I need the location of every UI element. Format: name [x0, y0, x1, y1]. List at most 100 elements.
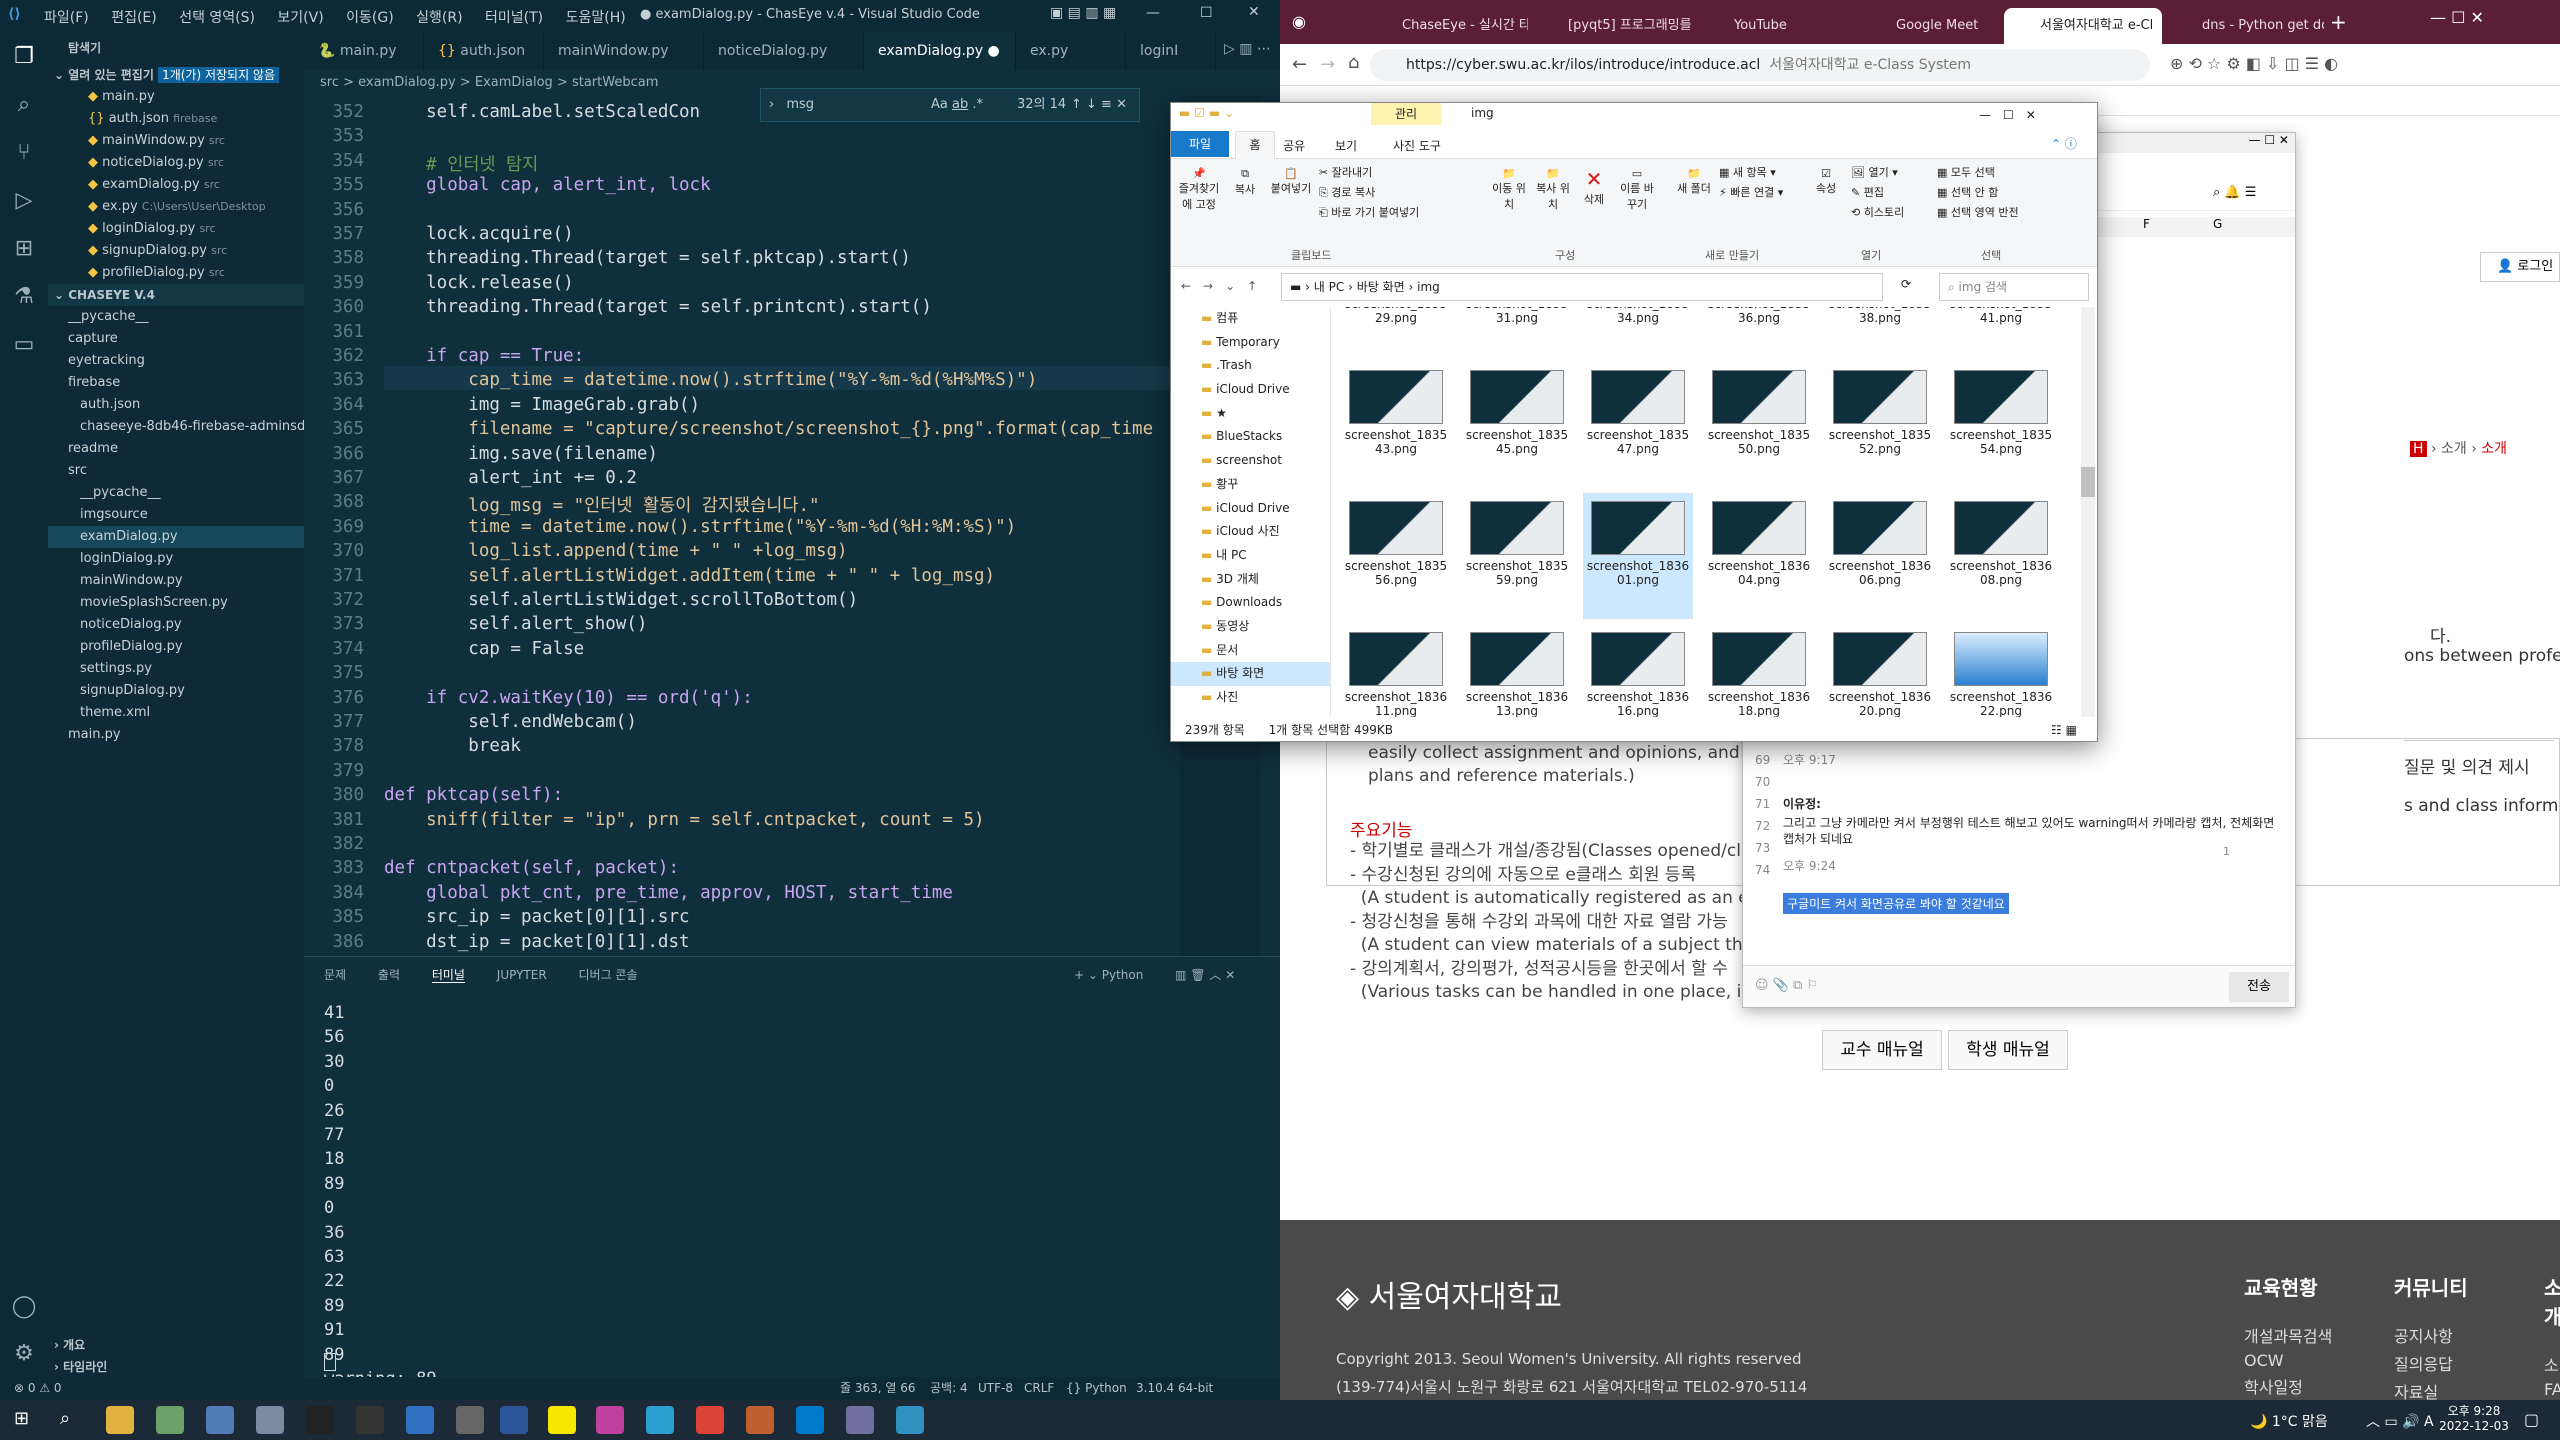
browser-tab-dns[interactable]: dns - Python get do	[2166, 8, 2324, 44]
file-item[interactable]: screenshot_1835 34.png	[1583, 307, 1693, 357]
taskbar-word-icon[interactable]	[500, 1406, 528, 1434]
nav-item[interactable]: ▬ ★	[1171, 402, 1330, 426]
run-debug-icon[interactable]: ▷	[0, 176, 48, 224]
tree-item[interactable]: signupDialog.py	[48, 680, 304, 702]
footer-link[interactable]: 학사일정	[2244, 1374, 2332, 1398]
code-line[interactable]: self.alertListWidget.addItem(time + " " …	[384, 566, 995, 586]
ribbon-tab-photo-tools[interactable]: 사진 도구	[1393, 137, 1441, 154]
taskbar-app6-icon[interactable]	[896, 1406, 924, 1434]
open-editor-item[interactable]: ◆ loginDialog.py src	[48, 218, 304, 240]
outline-section[interactable]: › 개요	[48, 1334, 85, 1356]
nav-item[interactable]: ▬ Downloads	[1171, 591, 1330, 615]
tab-main-py[interactable]: 🐍 main.py	[304, 32, 424, 70]
student-manual-button[interactable]: 학생 매뉴얼	[1948, 1030, 2068, 1070]
taskbar-app5-icon[interactable]	[846, 1406, 874, 1434]
match-case-icon[interactable]: Aa ab .*	[931, 89, 983, 121]
clock[interactable]: 오후 9:28 2022-12-03	[2434, 1402, 2514, 1433]
file-item[interactable]: screenshot_1836 01.png	[1583, 493, 1693, 619]
extension-icons[interactable]: ⊕ ⟲ ☆ ⚙ ◧ ⇩ ◫ ☰ ◐	[2170, 54, 2338, 73]
nav-item[interactable]: ▬ 사진	[1171, 686, 1330, 710]
open-editor-item[interactable]: ◆ main.py	[48, 86, 304, 108]
code-line[interactable]: lock.acquire()	[384, 224, 574, 244]
browser-tab-chaseeye[interactable]: ChaseEye - 실시간 타	[1366, 8, 1528, 44]
tray-icons[interactable]: ︿ ▭ 🔊 A	[2366, 1411, 2434, 1431]
code-line[interactable]: if cv2.waitKey(10) == ord('q'):	[384, 688, 753, 708]
code-line[interactable]: threading.Thread(target = self.pktcap).s…	[384, 248, 911, 268]
send-button[interactable]: 전송	[2229, 972, 2289, 1002]
code-line[interactable]: alert_int += 0.2	[384, 468, 637, 488]
tree-item[interactable]: imgsource	[48, 504, 304, 526]
tree-item[interactable]: __pycache__	[48, 482, 304, 504]
tab-ex-py[interactable]: ex.py	[1016, 32, 1126, 70]
nav-item[interactable]: ▬ 문서	[1171, 639, 1330, 663]
file-item[interactable]: screenshot_1836 16.png	[1583, 624, 1693, 717]
code-line[interactable]: global cap, alert_int, lock	[384, 175, 710, 195]
code-line[interactable]: sniff(filter = "ip", prn = self.cntpacke…	[384, 810, 984, 830]
copy-button[interactable]: ⧉ 복사	[1227, 167, 1263, 197]
taskbar-terminal-icon[interactable]	[306, 1406, 334, 1434]
taskbar-settings-icon[interactable]	[456, 1406, 484, 1434]
layout-toggle-icon[interactable]: ▣ ▤ ▥ ▦	[1050, 5, 1116, 21]
tree-item[interactable]: capture	[48, 328, 304, 350]
tab-auth-json[interactable]: {} auth.json	[424, 32, 544, 70]
open-editor-item[interactable]: ◆ noticeDialog.py src	[48, 152, 304, 174]
nav-item[interactable]: ▬ .Trash	[1171, 354, 1330, 378]
code-line[interactable]: self.endWebcam()	[384, 712, 637, 732]
panel-tab-terminal[interactable]: 터미널	[431, 968, 465, 983]
nav-item[interactable]: ▬ iCloud Drive	[1171, 497, 1330, 521]
menu-go[interactable]: 이동(G)	[346, 10, 394, 26]
new-terminal-icon[interactable]: + ⌄ Python ▥ 🗑 ︿ ✕	[1074, 957, 1235, 993]
properties-button[interactable]: ☑ 속성	[1811, 167, 1841, 196]
nav-item[interactable]: ▬ 3D 개체	[1171, 568, 1330, 592]
cursor-position[interactable]: 줄 363, 열 66	[840, 1377, 916, 1400]
taskbar-vscode-icon[interactable]	[796, 1406, 824, 1434]
nav-item[interactable]: ▬ 황꾸	[1171, 473, 1330, 497]
file-item[interactable]: screenshot_1836 04.png	[1704, 493, 1814, 619]
nav-item[interactable]: ▬ 동영상	[1171, 615, 1330, 639]
code-line[interactable]: log_msg = "인터넷 활동이 감지됐습니다."	[384, 492, 819, 517]
home-icon[interactable]: ⌂	[1348, 52, 1359, 73]
taskbar-file-explorer-icon[interactable]	[106, 1406, 134, 1434]
code-line[interactable]: log_list.append(time + " " +log_msg)	[384, 541, 847, 561]
find-nav-icon[interactable]: ↑ ↓ ≡ ✕	[1071, 89, 1127, 121]
tree-item[interactable]: examDialog.py	[48, 526, 304, 548]
code-editor[interactable]: 352 self.camLabel.setScaledCon 353 354 # 인…	[304, 96, 1180, 976]
manage-tab[interactable]: 관리	[1371, 103, 1441, 125]
code-line[interactable]: dst_ip = packet[0][1].dst	[384, 932, 689, 952]
footer-link[interactable]: OCW	[2244, 1351, 2332, 1370]
pin-quick-access-button[interactable]: 📌 즐겨찾기에 고정	[1177, 167, 1221, 212]
code-line[interactable]: lock.release()	[384, 273, 574, 293]
remote-explorer-icon[interactable]: ▭	[0, 320, 48, 368]
ribbon-tab-home[interactable]: 홈	[1235, 131, 1275, 159]
minimize-button[interactable]: —	[1146, 5, 1160, 21]
footer-link[interactable]: 소개	[2544, 1352, 2560, 1376]
emoji-icon[interactable]: ☺ 📎 ⧉ ⚐	[1755, 978, 1818, 993]
tab-noticedialog-py[interactable]: noticeDialog.py	[704, 32, 864, 70]
view-toggle-icon[interactable]: ☷ ▦	[2051, 717, 2077, 741]
file-item[interactable]: screenshot_1835 59.png	[1462, 493, 1572, 619]
find-input[interactable]: msg	[786, 97, 814, 112]
file-item[interactable]: screenshot_1836 20.png	[1825, 624, 1935, 717]
code-line[interactable]: cap_time = datetime.now().strftime("%Y-%…	[384, 370, 1037, 390]
select-actions[interactable]: ▦ 모두 선택 ▦ 선택 안 함 ▦ 선택 영역 반전	[1937, 163, 2019, 223]
delete-button[interactable]: ✕ 삭제	[1577, 167, 1611, 207]
extensions-icon[interactable]: ⊞	[0, 224, 48, 272]
refresh-icon[interactable]: ⟳	[1901, 277, 1911, 291]
explorer-search-input[interactable]: ⌕ img 검색	[1939, 273, 2089, 301]
code-line[interactable]: img.save(filename)	[384, 444, 658, 464]
rename-button[interactable]: ▭ 이름 바꾸기	[1617, 167, 1657, 212]
footer-link[interactable]: FAQ	[2544, 1380, 2560, 1399]
taskbar-app-icon[interactable]	[156, 1406, 184, 1434]
move-to-button[interactable]: 📁 이동 위치	[1489, 167, 1529, 212]
nav-item[interactable]: ▬ 컴퓨	[1171, 307, 1330, 331]
back-icon[interactable]: ←	[1292, 54, 1307, 75]
file-item[interactable]: screenshot_1835 41.png	[1946, 307, 2056, 357]
code-line[interactable]: time = datetime.now().strftime("%Y-%m-%d…	[384, 517, 1016, 537]
source-control-icon[interactable]: ⑂	[0, 128, 48, 176]
file-item[interactable]: screenshot_1835 31.png	[1462, 307, 1572, 357]
nav-item[interactable]: ▬ Temporary	[1171, 331, 1330, 355]
code-line[interactable]: def pktcap(self):	[384, 785, 563, 805]
new-tab-button[interactable]: +	[2330, 10, 2347, 34]
tree-item[interactable]: mainWindow.py	[48, 570, 304, 592]
professor-manual-button[interactable]: 교수 매뉴얼	[1822, 1030, 1942, 1070]
